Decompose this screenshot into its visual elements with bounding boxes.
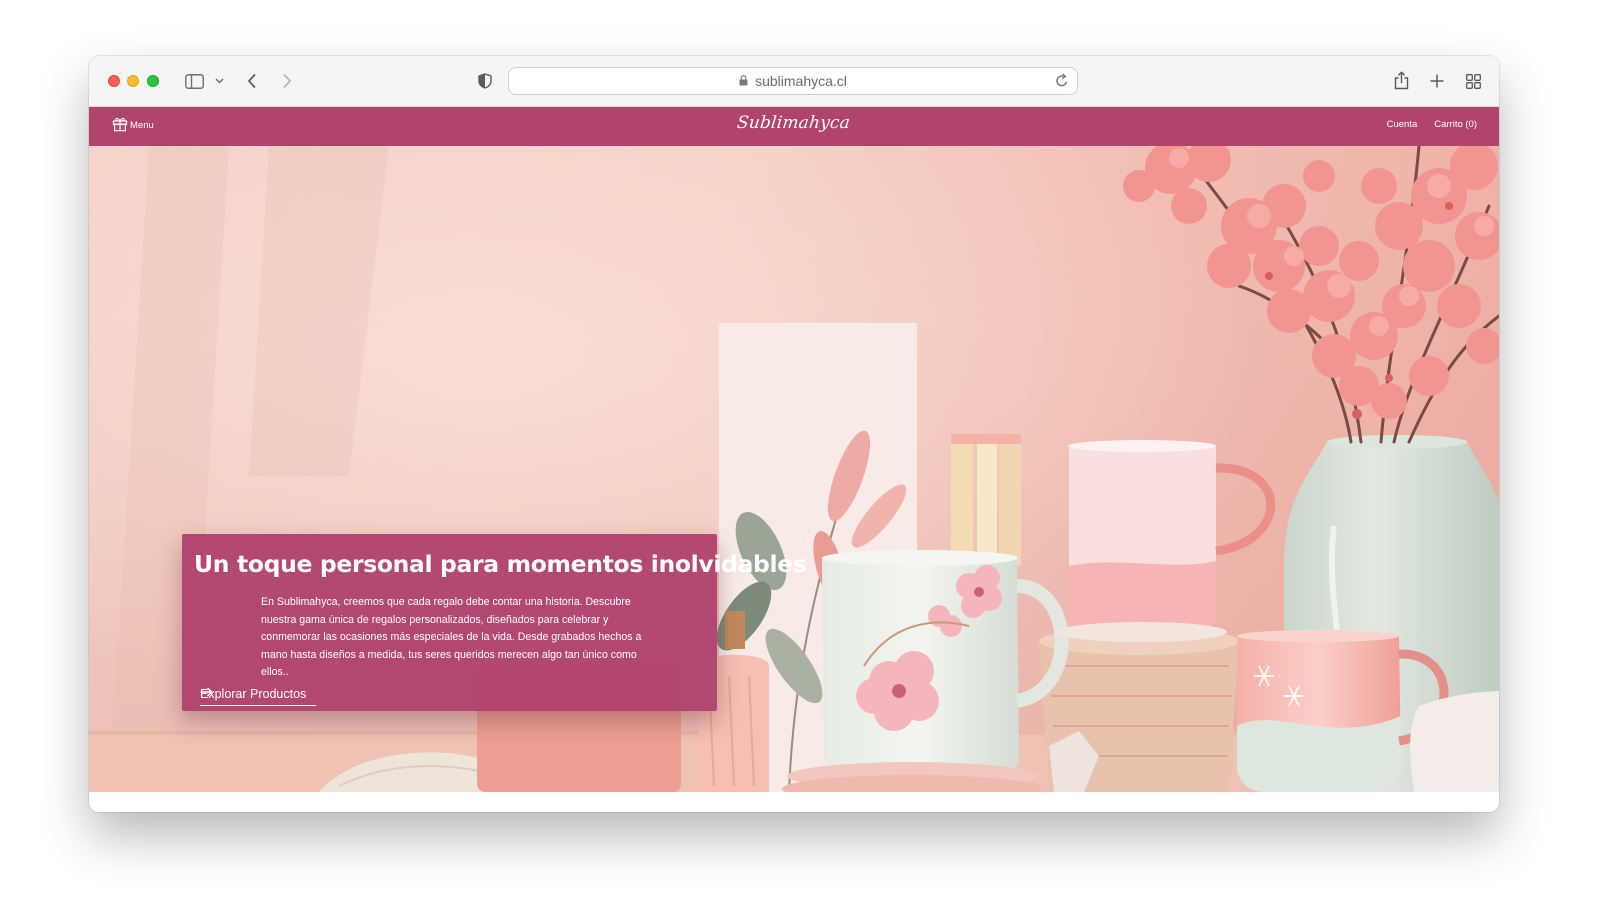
reload-icon[interactable] — [1055, 73, 1069, 91]
nav-links: Cuenta Carrito (0) — [1387, 119, 1477, 130]
forward-icon[interactable] — [279, 71, 295, 91]
hero-section: Un toque personal para momentos inolvida… — [89, 146, 1499, 792]
site-header: Menu Sublimahyca Cuenta Carrito (0) — [89, 107, 1499, 146]
lock-icon — [739, 73, 748, 89]
hero-card: Un toque personal para momentos inolvida… — [182, 534, 807, 711]
back-icon[interactable] — [244, 71, 260, 91]
hero-description: En Sublimahyca, creemos que cada regalo … — [261, 596, 642, 679]
explore-products-button[interactable]: Explorar Productos — [200, 687, 317, 706]
tabs-grid-icon[interactable] — [1464, 72, 1482, 90]
browser-window: sublimahyca.cl Menu Sublimahyca Cuenta C… — [89, 56, 1499, 812]
minimize-window-button[interactable] — [127, 75, 139, 87]
account-link[interactable]: Cuenta — [1387, 119, 1418, 130]
share-icon[interactable] — [1392, 69, 1410, 91]
chevron-down-icon[interactable] — [213, 74, 225, 88]
cart-link[interactable]: Carrito (0) — [1434, 119, 1477, 130]
plus-icon[interactable] — [1428, 72, 1446, 90]
browser-toolbar: sublimahyca.cl — [89, 56, 1499, 107]
close-window-button[interactable] — [108, 75, 120, 87]
address-bar[interactable]: sublimahyca.cl — [508, 67, 1078, 95]
logo-text: Sublimahyca — [736, 113, 852, 133]
site-logo[interactable]: Sublimahyca — [89, 113, 1499, 133]
page-bottom-strip — [89, 792, 1499, 812]
hero-title: Un toque personal para momentos inolvida… — [194, 550, 807, 578]
explore-products-label: Explorar Productos — [200, 687, 307, 701]
zoom-window-button[interactable] — [147, 75, 159, 87]
sidebar-icon[interactable] — [184, 72, 204, 90]
shield-icon[interactable] — [477, 72, 493, 90]
url-text: sublimahyca.cl — [755, 73, 847, 89]
